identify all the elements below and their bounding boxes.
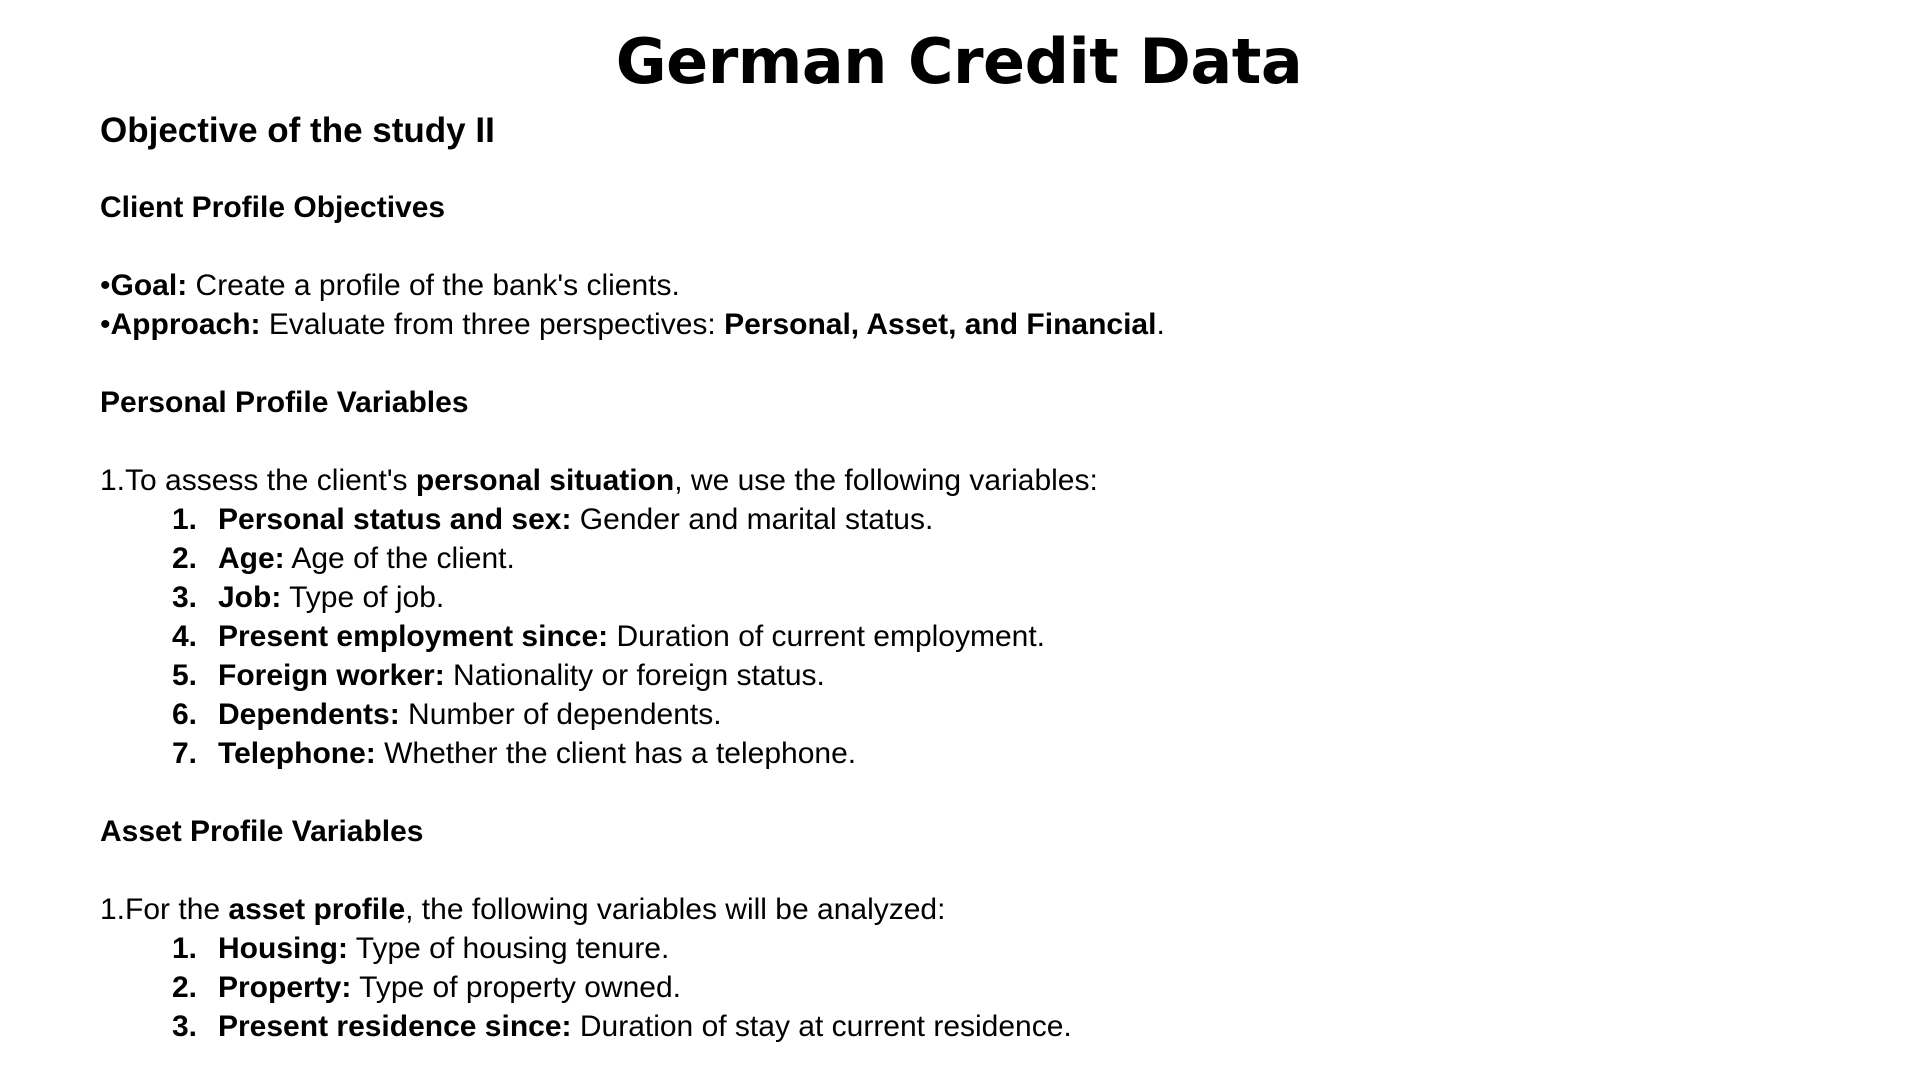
variable-description: Type of property owned. — [351, 971, 682, 1004]
list-number: 2. — [172, 971, 198, 1004]
slide-content: Objective of the study II Client Profile… — [100, 108, 1800, 1046]
approach-emphasis: Personal, Asset, and Financial — [724, 308, 1157, 341]
list-number: 6. — [172, 698, 198, 731]
variable-description: Whether the client has a telephone. — [375, 737, 857, 770]
client-profile-heading: Client Profile Objectives — [100, 191, 446, 224]
variable-label: Housing: — [218, 932, 348, 965]
asset-intro-emphasis: asset profile — [228, 893, 406, 926]
approach-end: . — [1156, 308, 1165, 341]
approach-line: •Approach: Evaluate from three perspecti… — [100, 305, 1800, 344]
list-number: 7. — [172, 737, 198, 770]
list-number: 1. — [172, 932, 198, 965]
variable-description: Age of the client. — [284, 542, 515, 575]
list-number: 3. — [172, 1010, 198, 1043]
personal-profile-heading: Personal Profile Variables — [100, 386, 469, 419]
personal-intro-prefix: 1.To assess the client's — [100, 464, 416, 497]
variable-label: Foreign worker: — [218, 659, 445, 692]
list-item: 6. Dependents: Number of dependents. — [172, 695, 1800, 734]
goal-label: Goal: — [110, 269, 188, 302]
variable-description: Type of job. — [281, 581, 445, 614]
variable-label: Present employment since: — [218, 620, 609, 653]
slide-title: German Credit Data — [615, 25, 1303, 98]
approach-text: Evaluate from three perspectives: — [260, 308, 725, 341]
variable-description: Nationality or foreign status. — [444, 659, 825, 692]
personal-variables-list: 1. Personal status and sex: Gender and ma… — [100, 500, 1800, 773]
list-item: 2. Property: Type of property owned. — [172, 968, 1800, 1007]
variable-label: Personal status and sex: — [218, 503, 572, 536]
variable-label: Age: — [218, 542, 285, 575]
personal-intro-emphasis: personal situation — [415, 464, 675, 497]
variable-label: Dependents: — [218, 698, 400, 731]
personal-intro-suffix: , we use the following variables: — [674, 464, 1098, 497]
list-number: 3. — [172, 581, 198, 614]
slide-subtitle: Objective of the study II — [100, 111, 495, 150]
goal-text: Create a profile of the bank's clients. — [187, 269, 680, 302]
list-item: 1. Housing: Type of housing tenure. — [172, 929, 1800, 968]
list-item: 2. Age: Age of the client. — [172, 539, 1800, 578]
asset-intro: 1.For the asset profile, the following v… — [100, 890, 1800, 929]
list-item: 4. Present employment since: Duration of … — [172, 617, 1800, 656]
list-item: 7. Telephone: Whether the client has a te… — [172, 734, 1800, 773]
variable-description: Duration of current employment. — [608, 620, 1046, 653]
list-number: 4. — [172, 620, 198, 653]
variable-description: Number of dependents. — [399, 698, 722, 731]
asset-variables-list: 1. Housing: Type of housing tenure. 2. Pro… — [100, 929, 1800, 1046]
approach-label: Approach: — [110, 308, 261, 341]
list-item: 5. Foreign worker: Nationality or foreign… — [172, 656, 1800, 695]
variable-label: Property: — [218, 971, 352, 1004]
asset-intro-suffix: , the following variables will be analyz… — [405, 893, 946, 926]
list-number: 5. — [172, 659, 198, 692]
goal-line: •Goal: Create a profile of the bank's cl… — [100, 266, 1800, 305]
variable-label: Present residence since: — [218, 1010, 572, 1043]
personal-intro: 1.To assess the client's personal situat… — [100, 461, 1800, 500]
variable-description: Type of housing tenure. — [347, 932, 670, 965]
bullet: • — [100, 308, 111, 341]
variable-description: Duration of stay at current residence. — [571, 1010, 1072, 1043]
list-item: 3. Present residence since: Duration of s… — [172, 1007, 1800, 1046]
asset-profile-heading: Asset Profile Variables — [100, 815, 424, 848]
bullet: • — [100, 269, 111, 302]
variable-label: Job: — [218, 581, 282, 614]
list-number: 2. — [172, 542, 198, 575]
variable-description: Gender and marital status. — [571, 503, 934, 536]
list-item: 1. Personal status and sex: Gender and ma… — [172, 500, 1800, 539]
list-item: 3. Job: Type of job. — [172, 578, 1800, 617]
variable-label: Telephone: — [218, 737, 376, 770]
list-number: 1. — [172, 503, 198, 536]
asset-intro-prefix: 1.For the — [100, 893, 229, 926]
